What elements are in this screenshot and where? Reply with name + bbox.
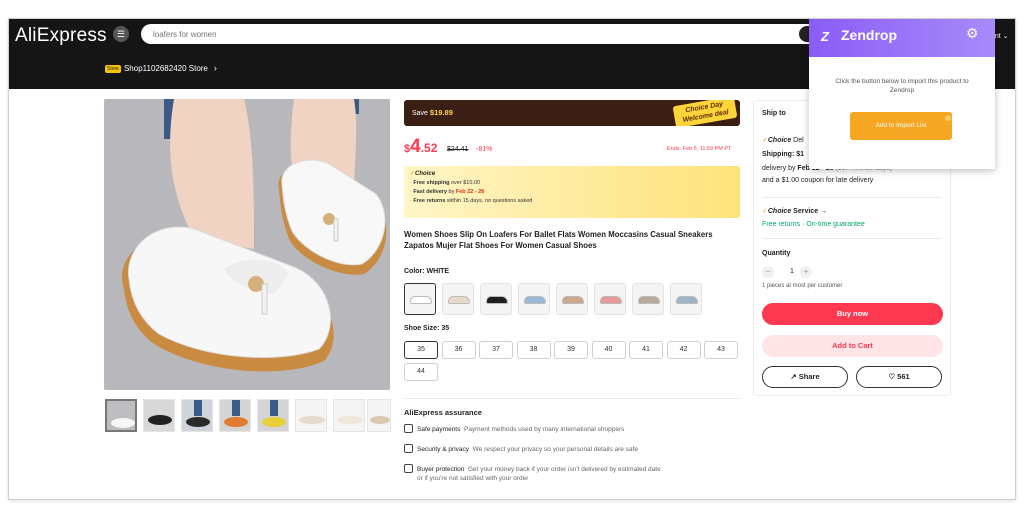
shipping-cost: Shipping: $1: [762, 151, 804, 158]
size-label: Shoe Size: 35: [404, 325, 450, 332]
choice-benefits-box: ✓Choice · Free shipping over $10.00 · Fa…: [404, 166, 740, 218]
menu-icon[interactable]: ☰: [113, 26, 129, 42]
size-option[interactable]: 38: [516, 341, 551, 359]
size-option[interactable]: 37: [479, 341, 513, 359]
add-to-import-list-button[interactable]: Add to Import List: [850, 112, 952, 140]
choice-heading: ✓Choice: [410, 171, 436, 177]
aliexpress-logo[interactable]: AliExpress: [15, 25, 107, 47]
purchase-limit: 1 pieces at most per customer: [762, 283, 843, 289]
qty-plus-button[interactable]: +: [800, 266, 812, 278]
qty-minus-button[interactable]: −: [762, 266, 774, 278]
color-swatch[interactable]: [404, 283, 436, 315]
thumbnail[interactable]: [333, 399, 365, 432]
thumbnail[interactable]: [105, 399, 137, 432]
swatch-shoe-image: [486, 296, 508, 304]
store-chevron-icon: ›: [213, 63, 217, 73]
color-swatch[interactable]: [632, 283, 664, 315]
zendrop-title: Zendrop: [841, 27, 897, 43]
color-swatch[interactable]: [518, 283, 550, 315]
deal-ends-text: Ends: Feb 5, 11:59 PM PT: [667, 146, 732, 152]
share-button[interactable]: ↗ Share: [762, 366, 848, 388]
original-price: $24.41: [447, 146, 469, 153]
thumbnail-strip: [105, 399, 395, 433]
free-returns-guarantee: Free returns · On-time guarantee: [762, 221, 865, 228]
zendrop-logo-icon: Z: [821, 29, 829, 44]
shoe-photo: [104, 99, 390, 390]
color-swatch[interactable]: [556, 283, 588, 315]
swatch-shoe-image: [524, 296, 546, 304]
size-option[interactable]: 35: [404, 341, 438, 359]
search-bar: [141, 24, 821, 44]
ship-to-label[interactable]: Ship to: [762, 110, 786, 117]
store-name: Shop1102682420 Store: [123, 64, 208, 73]
search-input[interactable]: [153, 27, 753, 41]
choice-day-tag: Choice Day Welcome deal: [672, 100, 738, 126]
current-price: $4.52: [404, 136, 438, 157]
swatch-shoe-image: [448, 296, 470, 304]
save-amount: $19.89: [429, 108, 453, 117]
color-swatch[interactable]: [594, 283, 626, 315]
late-delivery-coupon: and a $1.00 coupon for late delivery: [762, 177, 874, 184]
zendrop-popup: Z Zendrop ⚙ Click the button below to im…: [809, 19, 995, 169]
buyer-protection-row: Buyer protection Get your money back if …: [404, 464, 744, 483]
store-badge: Store: [105, 64, 121, 73]
size-option[interactable]: 41: [629, 341, 663, 359]
store-link[interactable]: Store Shop1102682420 Store ›: [105, 63, 217, 73]
main-product-image[interactable]: [104, 99, 390, 390]
swatch-shoe-image: [600, 296, 622, 304]
swatch-shoe-image: [676, 296, 698, 304]
thumbnail[interactable]: [219, 399, 251, 432]
divider: [404, 398, 740, 399]
share-icon: ↗: [790, 372, 797, 381]
gear-icon[interactable]: ⚙: [966, 25, 979, 42]
thumbnail[interactable]: [143, 399, 175, 432]
shield-icon: [404, 424, 413, 433]
swatch-shoe-image: [638, 296, 660, 304]
size-option[interactable]: 42: [666, 341, 701, 359]
swatch-shoe-image: [410, 296, 432, 304]
thumbnail[interactable]: [257, 399, 289, 432]
thumbnail[interactable]: [295, 399, 327, 432]
save-banner: Save $19.89 Choice Day Welcome deal: [404, 100, 740, 126]
choice-service-link[interactable]: ✓Choice Service →: [762, 207, 827, 215]
security-privacy-row: Security & privacy We respect your priva…: [404, 444, 744, 454]
size-option[interactable]: 43: [704, 341, 738, 359]
thumbnail[interactable]: [367, 399, 391, 432]
lock-icon: [404, 444, 413, 453]
swatch-shoe-image: [562, 296, 584, 304]
assurance-heading: AliExpress assurance: [404, 408, 482, 417]
wishlist-button[interactable]: ♡ 561: [856, 366, 942, 388]
color-label: Color: WHITE: [404, 268, 450, 275]
size-option[interactable]: 39: [554, 341, 588, 359]
fast-delivery-line: · Fast delivery by Feb 22 - 26: [410, 189, 485, 195]
qty-value[interactable]: 1: [790, 268, 794, 275]
browser-frame: AliExpress ☰ ᴇ unt ⌄ StoreShop1102682420…: [8, 18, 1016, 500]
size-option[interactable]: 40: [591, 341, 626, 359]
choice-delivery: ✓Choice Del: [762, 137, 804, 144]
discount-badge: -81%: [476, 146, 493, 153]
color-swatch[interactable]: [670, 283, 702, 315]
color-swatch[interactable]: [442, 283, 474, 315]
buy-now-button[interactable]: Buy now: [762, 303, 943, 325]
status-dot: [945, 115, 951, 121]
color-swatch[interactable]: [480, 283, 512, 315]
save-label: Save $19.89: [412, 108, 453, 117]
divider: [762, 238, 942, 239]
size-option[interactable]: 44: [404, 363, 438, 381]
zendrop-header: Z Zendrop ⚙: [809, 19, 995, 57]
quantity-label: Quantity: [762, 250, 791, 257]
free-returns-line: · Free returns within 15 days, no questi…: [410, 198, 533, 204]
add-to-cart-button[interactable]: Add to Cart: [762, 335, 943, 357]
divider: [762, 197, 942, 198]
protection-icon: [404, 464, 413, 473]
heart-icon: ♡: [888, 372, 896, 381]
size-option[interactable]: 36: [441, 341, 476, 359]
free-shipping-line: · Free shipping over $10.00: [410, 180, 481, 186]
thumbnail[interactable]: [181, 399, 213, 432]
product-title: Women Shoes Slip On Loafers For Ballet F…: [404, 230, 713, 250]
safe-payments-row: Safe payments Payment methods used by ma…: [404, 424, 744, 434]
zendrop-message: Click the button below to import this pr…: [835, 78, 969, 94]
